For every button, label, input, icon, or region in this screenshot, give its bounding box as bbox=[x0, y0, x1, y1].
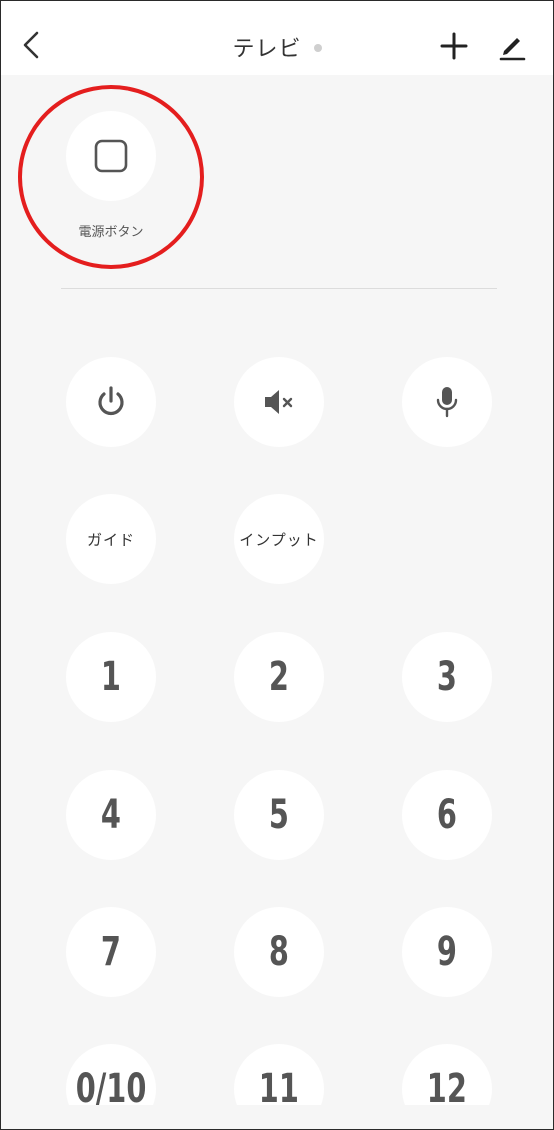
custom-button-label: 電源ボタン bbox=[78, 225, 144, 240]
edit-button[interactable] bbox=[498, 31, 526, 61]
device-name: テレビ bbox=[232, 37, 302, 62]
power-icon bbox=[98, 386, 124, 416]
number-label: 8 bbox=[268, 929, 290, 975]
input-label: インプット bbox=[239, 530, 319, 549]
number-label: 1 bbox=[100, 654, 122, 700]
page-title: テレビ bbox=[1, 31, 553, 63]
number-button-7[interactable]: 7 bbox=[66, 907, 156, 997]
number-button-1[interactable]: 1 bbox=[66, 632, 156, 722]
top-bar: テレビ bbox=[1, 1, 553, 75]
number-label: 6 bbox=[436, 792, 458, 838]
number-button-8[interactable]: 8 bbox=[234, 907, 324, 997]
square-icon bbox=[94, 139, 128, 173]
number-label: 3 bbox=[436, 654, 458, 700]
number-label: 2 bbox=[268, 654, 290, 700]
number-button-6[interactable]: 6 bbox=[402, 770, 492, 860]
app-screen: テレビ 電源ボタン ガイド インプット 1 2 3 4 5 6 7 8 9 0/… bbox=[0, 0, 554, 1130]
pencil-icon bbox=[499, 38, 526, 61]
guide-button[interactable]: ガイド bbox=[66, 494, 156, 584]
mic-button[interactable] bbox=[402, 357, 492, 447]
section-divider bbox=[61, 288, 497, 289]
power-button[interactable] bbox=[66, 357, 156, 447]
input-button[interactable]: インプット bbox=[234, 494, 324, 584]
number-label: 7 bbox=[100, 929, 122, 975]
number-label: 4 bbox=[100, 792, 122, 838]
status-dot bbox=[313, 44, 322, 52]
number-button-5[interactable]: 5 bbox=[234, 770, 324, 860]
guide-label: ガイド bbox=[86, 530, 135, 549]
number-button-2[interactable]: 2 bbox=[234, 632, 324, 722]
number-button-3[interactable]: 3 bbox=[402, 632, 492, 722]
custom-power-button[interactable] bbox=[66, 111, 156, 201]
number-button-9[interactable]: 9 bbox=[402, 907, 492, 997]
mute-icon bbox=[265, 390, 293, 414]
mic-icon bbox=[436, 387, 458, 418]
number-label: 9 bbox=[436, 929, 458, 975]
plus-icon bbox=[440, 32, 468, 60]
mute-button[interactable] bbox=[234, 357, 324, 447]
number-label: 5 bbox=[268, 792, 290, 838]
add-button[interactable] bbox=[439, 31, 469, 61]
number-button-4[interactable]: 4 bbox=[66, 770, 156, 860]
bottom-clip bbox=[1, 1105, 553, 1129]
